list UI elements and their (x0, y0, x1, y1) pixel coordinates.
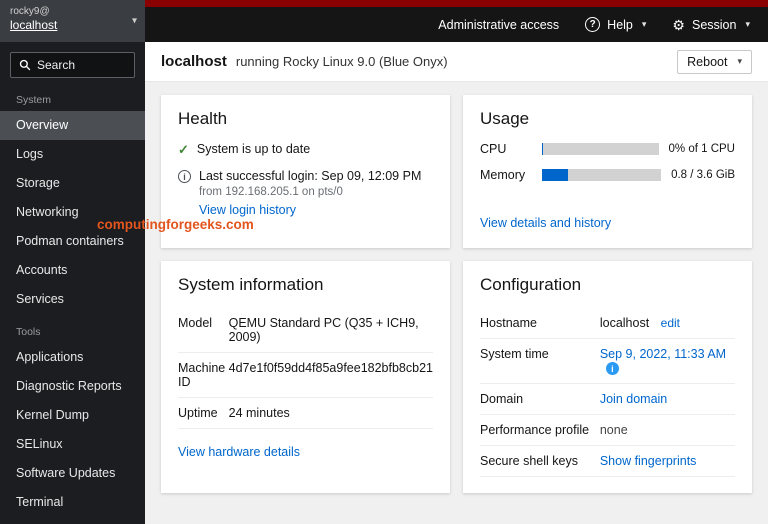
memory-label: Memory (480, 168, 526, 182)
gear-icon: ⚙ (672, 16, 685, 33)
table-row: Performance profile none (480, 414, 735, 447)
search-icon (19, 59, 31, 71)
sidebar-item-logs[interactable]: Logs (0, 140, 145, 169)
uptime-label: Uptime (178, 397, 229, 429)
cpu-progress-bar (542, 143, 659, 155)
search-input[interactable] (37, 58, 126, 72)
reboot-label: Reboot (687, 54, 728, 69)
cpu-label: CPU (480, 142, 507, 156)
usage-card-title: Usage (480, 109, 530, 128)
chevron-down-icon: ▾ (737, 56, 742, 66)
system-information-title: System information (178, 275, 324, 294)
info-icon: i (605, 362, 619, 376)
sidebar-item-storage[interactable]: Storage (0, 169, 145, 198)
hostname-label: Hostname (480, 308, 600, 339)
memory-value: 0.8 / 3.6 GiB (671, 169, 735, 181)
help-icon: ? (585, 17, 601, 32)
usage-card: Usage CPU 0% of 1 CPU Memory 0.8 / 3.6 G… (463, 95, 752, 248)
session-label: Session (691, 17, 737, 32)
view-hardware-details-link[interactable]: View hardware details (178, 445, 300, 459)
overview-content: Health ✓ System is up to date i Last suc… (145, 82, 768, 524)
sidebar: rocky9@ localhost ▾ System Overview Logs… (0, 0, 145, 524)
sidebar-item-overview[interactable]: Overview (0, 111, 145, 140)
sidebar-item-podman-containers[interactable]: Podman containers (0, 227, 145, 256)
machine-id-value: 4d7e1f0f59dd4f85a9fee182bfb8cb21 (228, 352, 433, 398)
page-title-subtitle: running Rocky Linux 9.0 (Blue Onyx) (235, 54, 448, 69)
reboot-button[interactable]: Reboot ▾ (677, 49, 752, 74)
table-row: Machine ID 4d7e1f0f59dd4f85a9fee182bfb8c… (178, 352, 433, 398)
cpu-value: 0% of 1 CPU (668, 143, 735, 155)
sidebar-item-services[interactable]: Services (0, 285, 145, 314)
performance-profile-label: Performance profile (480, 414, 600, 447)
memory-usage-row: Memory 0.8 / 3.6 GiB (480, 168, 735, 182)
uptime-value: 24 minutes (228, 397, 433, 429)
memory-progress-bar (542, 169, 662, 181)
system-time-link[interactable]: Sep 9, 2022, 11:33 AM (600, 347, 726, 361)
user-host: localhost (10, 18, 58, 32)
health-card-title: Health (178, 109, 228, 128)
last-login-item: i Last successful login: Sep 09, 12:09 P… (178, 169, 433, 217)
help-label: Help (607, 17, 633, 32)
nav-section-tools: Tools (16, 326, 41, 338)
system-time-label: System time (480, 338, 600, 385)
app: rocky9@ localhost ▾ System Overview Logs… (0, 0, 768, 524)
last-login-text: Last successful login: Sep 09, 12:09 PM (199, 169, 422, 183)
view-login-history-link[interactable]: View login history (199, 203, 296, 217)
chevron-down-icon: ▾ (131, 15, 137, 27)
masthead-red-stripe (145, 0, 768, 7)
administrative-access-button[interactable]: Administrative access (438, 18, 559, 32)
user-name: rocky9@ (10, 6, 50, 17)
last-login-detail: from 192.168.205.1 on pts/0 (199, 186, 343, 198)
main-region: Administrative access ? Help ▾ ⚙ Session… (145, 0, 768, 524)
configuration-title: Configuration (480, 275, 582, 294)
hostname-value: localhost (599, 316, 650, 330)
system-information-table: Model QEMU Standard PC (Q35 + ICH9, 2009… (178, 308, 433, 429)
show-fingerprints-link[interactable]: Show fingerprints (600, 454, 697, 468)
view-details-history-link[interactable]: View details and history (480, 216, 611, 230)
sidebar-item-diagnostic-reports[interactable]: Diagnostic Reports (0, 372, 145, 401)
health-card: Health ✓ System is up to date i Last suc… (161, 95, 450, 248)
table-row: Model QEMU Standard PC (Q35 + ICH9, 2009… (178, 308, 433, 353)
table-row: Secure shell keys Show fingerprints (480, 445, 735, 478)
updates-status-item: ✓ System is up to date (178, 142, 433, 157)
sidebar-item-applications[interactable]: Applications (0, 343, 145, 372)
sidebar-item-selinux[interactable]: SELinux (0, 430, 145, 459)
sidebar-item-software-updates[interactable]: Software Updates (0, 459, 145, 488)
configuration-card: Configuration Hostname localhost edit Sy… (463, 261, 752, 494)
model-value: QEMU Standard PC (Q35 + ICH9, 2009) (228, 308, 433, 353)
chevron-down-icon: ▾ (641, 19, 647, 29)
check-icon: ✓ (178, 142, 189, 157)
table-row: System time Sep 9, 2022, 11:33 AM i (480, 338, 735, 385)
administrative-access-label: Administrative access (438, 17, 560, 32)
table-row: Hostname localhost edit (480, 308, 735, 339)
model-label: Model (178, 308, 229, 353)
sidebar-item-accounts[interactable]: Accounts (0, 256, 145, 285)
search-box[interactable] (10, 52, 135, 78)
nav-section-system: System (16, 94, 52, 106)
performance-profile-value: none (599, 423, 628, 438)
configuration-table: Hostname localhost edit System time Sep … (480, 308, 735, 478)
system-information-card: System information Model QEMU Standard P… (161, 261, 450, 494)
chevron-down-icon: ▾ (745, 19, 750, 29)
table-row: Domain Join domain (480, 383, 735, 416)
sidebar-item-terminal[interactable]: Terminal (0, 488, 145, 517)
content-header: localhost running Rocky Linux 9.0 (Blue … (145, 42, 768, 82)
help-menu[interactable]: ? Help ▾ (585, 17, 646, 32)
domain-label: Domain (480, 383, 600, 416)
secure-shell-keys-label: Secure shell keys (480, 445, 600, 478)
updates-status-text: System is up to date (196, 142, 311, 156)
sidebar-item-kernel-dump[interactable]: Kernel Dump (0, 401, 145, 430)
sidebar-item-networking[interactable]: Networking (0, 198, 145, 227)
login-info-icon: i (178, 170, 191, 183)
page-title-hostname: localhost (161, 53, 227, 70)
table-row: Uptime 24 minutes (178, 397, 433, 429)
machine-id-label: Machine ID (178, 352, 229, 398)
cpu-usage-row: CPU 0% of 1 CPU (480, 142, 735, 156)
session-menu[interactable]: ⚙ Session ▾ (672, 18, 750, 32)
masthead: Administrative access ? Help ▾ ⚙ Session… (145, 7, 768, 42)
hostname-edit-link[interactable]: edit (661, 316, 680, 330)
user-menu[interactable]: rocky9@ localhost ▾ (0, 0, 145, 42)
join-domain-link[interactable]: Join domain (600, 392, 667, 406)
